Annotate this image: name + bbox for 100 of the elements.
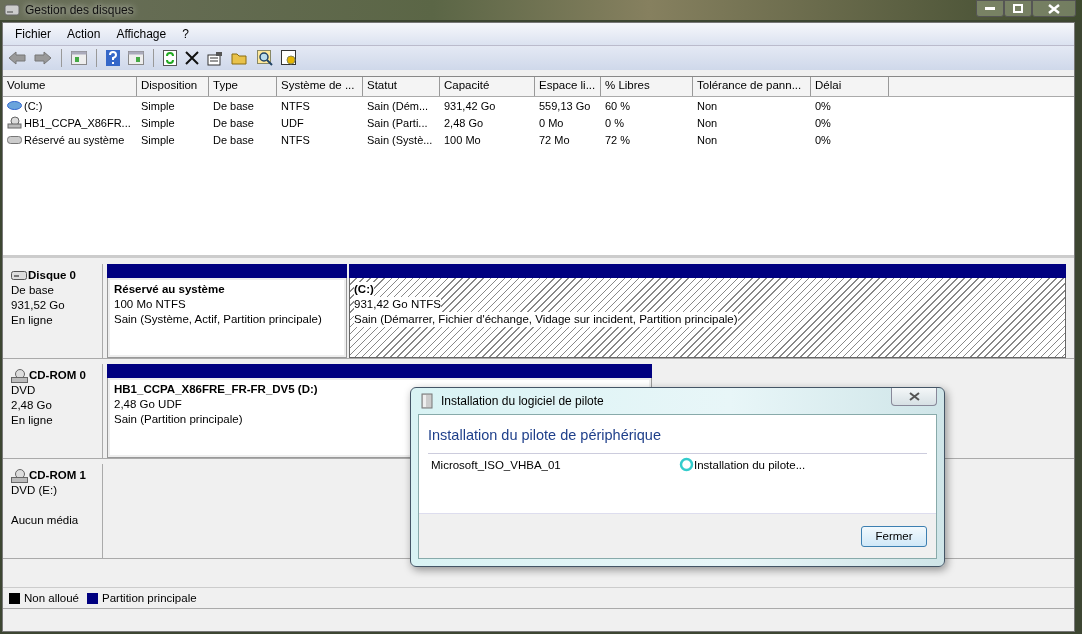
partition-size: 2,48 Go UDF bbox=[114, 397, 182, 412]
minimize-button[interactable] bbox=[976, 0, 1004, 17]
table-cell: 100 Mo bbox=[444, 133, 481, 146]
table-cell: 72 % bbox=[605, 133, 631, 146]
table-cell: 931,42 Go bbox=[444, 99, 496, 112]
install-status: Installation du pilote... bbox=[694, 458, 806, 471]
panel-icon bbox=[71, 51, 87, 65]
drive-icon bbox=[7, 135, 22, 144]
partition-block[interactable]: (C:) 931,42 Go NTFS Sain (Démarrer, Fichier d'échange, Vidage sur incident, Partition principale) bbox=[349, 278, 1066, 358]
partition-status: Sain (Système, Actif, Partition principale) bbox=[114, 312, 322, 327]
partition-name: (C:) bbox=[354, 282, 374, 297]
table-cell: (C:) bbox=[24, 99, 43, 112]
back-arrow-icon bbox=[8, 51, 26, 65]
table-cell: De base bbox=[213, 99, 254, 112]
optical-drive-icon bbox=[11, 368, 28, 383]
table-cell: De base bbox=[213, 133, 254, 146]
partition-name: Réservé au système bbox=[114, 282, 225, 297]
table-cell: UDF bbox=[281, 116, 304, 129]
table-cell: Réservé au système bbox=[24, 133, 125, 146]
column-header[interactable]: Espace li... bbox=[535, 77, 601, 96]
delete-icon bbox=[185, 51, 199, 65]
close-icon bbox=[1048, 3, 1060, 14]
back-button[interactable] bbox=[6, 48, 28, 68]
legend-label: Partition principale bbox=[102, 592, 197, 604]
partition-block[interactable]: Réservé au système 100 Mo NTFS Sain (Système, Actif, Partition principale) bbox=[107, 278, 347, 358]
disk-status: Aucun média bbox=[11, 513, 80, 528]
table-cell: 0% bbox=[815, 99, 831, 112]
disk-info: De base bbox=[11, 283, 55, 298]
column-header[interactable]: % Libres bbox=[601, 77, 693, 96]
disk-info: 2,48 Go bbox=[11, 398, 53, 413]
refresh-icon bbox=[163, 50, 177, 66]
table-cell: NTFS bbox=[281, 99, 310, 112]
device-name: Microsoft_ISO_VHBA_01 bbox=[431, 458, 562, 471]
panel-icon bbox=[128, 51, 144, 65]
minimize-icon bbox=[985, 6, 995, 11]
legend-label: Non alloué bbox=[24, 592, 79, 604]
table-cell: 72 Mo bbox=[539, 133, 570, 146]
table-cell: Simple bbox=[141, 133, 175, 146]
refresh-button[interactable] bbox=[161, 48, 179, 68]
table-cell: Simple bbox=[141, 116, 175, 129]
panel-toggle-button[interactable] bbox=[126, 48, 146, 68]
column-header[interactable]: Volume bbox=[3, 77, 137, 96]
device-icon bbox=[421, 393, 433, 409]
close-dialog-button[interactable]: Fermer bbox=[861, 525, 927, 547]
column-header[interactable]: Disposition bbox=[137, 77, 209, 96]
close-button[interactable] bbox=[1032, 0, 1076, 17]
table-cell: Non bbox=[697, 133, 718, 146]
table-cell: 559,13 Go bbox=[539, 99, 591, 112]
properties-icon bbox=[207, 50, 223, 66]
column-header[interactable]: Type bbox=[209, 77, 277, 96]
partition-status: Sain (Démarrer, Fichier d'échange, Vidage sur incident, Partition principale) bbox=[354, 312, 738, 327]
maximize-button[interactable] bbox=[1004, 0, 1032, 17]
table-cell: 0 % bbox=[605, 116, 624, 129]
menu-item[interactable]: Fichier bbox=[7, 27, 59, 41]
disk-drive-icon bbox=[4, 3, 20, 17]
column-header[interactable]: Statut bbox=[363, 77, 440, 96]
panel-toggle-button[interactable] bbox=[69, 48, 89, 68]
drive-icon bbox=[7, 101, 22, 110]
search-button[interactable] bbox=[255, 48, 275, 68]
table-cell: Simple bbox=[141, 99, 175, 112]
menu-item[interactable]: ? bbox=[174, 27, 197, 41]
help-icon bbox=[106, 50, 120, 66]
table-cell: 0 Mo bbox=[539, 116, 564, 129]
menu-item[interactable]: Action bbox=[59, 27, 109, 41]
disk-status: En ligne bbox=[11, 313, 54, 328]
folder-icon bbox=[231, 51, 249, 65]
disk-name: CD-ROM 1 bbox=[29, 468, 86, 483]
table-cell: 0% bbox=[815, 116, 831, 129]
disk-status: En ligne bbox=[11, 413, 54, 428]
disk-info: DVD bbox=[11, 383, 37, 398]
dialog-heading: Installation du pilote de périphérique bbox=[428, 427, 927, 454]
dialog-title: Installation du logiciel de pilote bbox=[441, 394, 604, 408]
disk-name: Disque 0 bbox=[28, 268, 76, 283]
optical-drive-icon bbox=[7, 116, 22, 129]
help-button[interactable] bbox=[104, 48, 122, 68]
disk-info: DVD (E:) bbox=[11, 483, 58, 498]
close-button[interactable] bbox=[891, 388, 937, 406]
column-header[interactable]: Système de ... bbox=[277, 77, 363, 96]
partition-size: 100 Mo NTFS bbox=[114, 297, 186, 312]
forward-button[interactable] bbox=[32, 48, 54, 68]
search-icon bbox=[257, 50, 273, 66]
table-cell: Sain (Dém... bbox=[367, 99, 429, 112]
table-cell: 0% bbox=[815, 133, 831, 146]
table-cell: 60 % bbox=[605, 99, 631, 112]
column-header[interactable]: Tolérance de pann... bbox=[693, 77, 811, 96]
forward-arrow-icon bbox=[34, 51, 52, 65]
close-icon bbox=[908, 392, 920, 401]
table-cell: HB1_CCPA_X86FR... bbox=[24, 116, 131, 129]
table-cell: Sain (Systè... bbox=[367, 133, 433, 146]
window-title: Gestion des disques bbox=[25, 3, 134, 17]
table-cell: 2,48 Go bbox=[444, 116, 484, 129]
disk-info: 931,52 Go bbox=[11, 298, 66, 313]
column-header[interactable]: Délai bbox=[811, 77, 889, 96]
column-header[interactable]: Capacité bbox=[440, 77, 535, 96]
menu-item[interactable]: Affichage bbox=[108, 27, 175, 41]
table-cell: NTFS bbox=[281, 133, 310, 146]
optical-drive-icon bbox=[11, 468, 28, 483]
table-cell: Non bbox=[697, 99, 718, 112]
partition-name: HB1_CCPA_X86FRE_FR-FR_DV5 (D:) bbox=[114, 382, 318, 397]
disk-name: CD-ROM 0 bbox=[29, 368, 86, 383]
